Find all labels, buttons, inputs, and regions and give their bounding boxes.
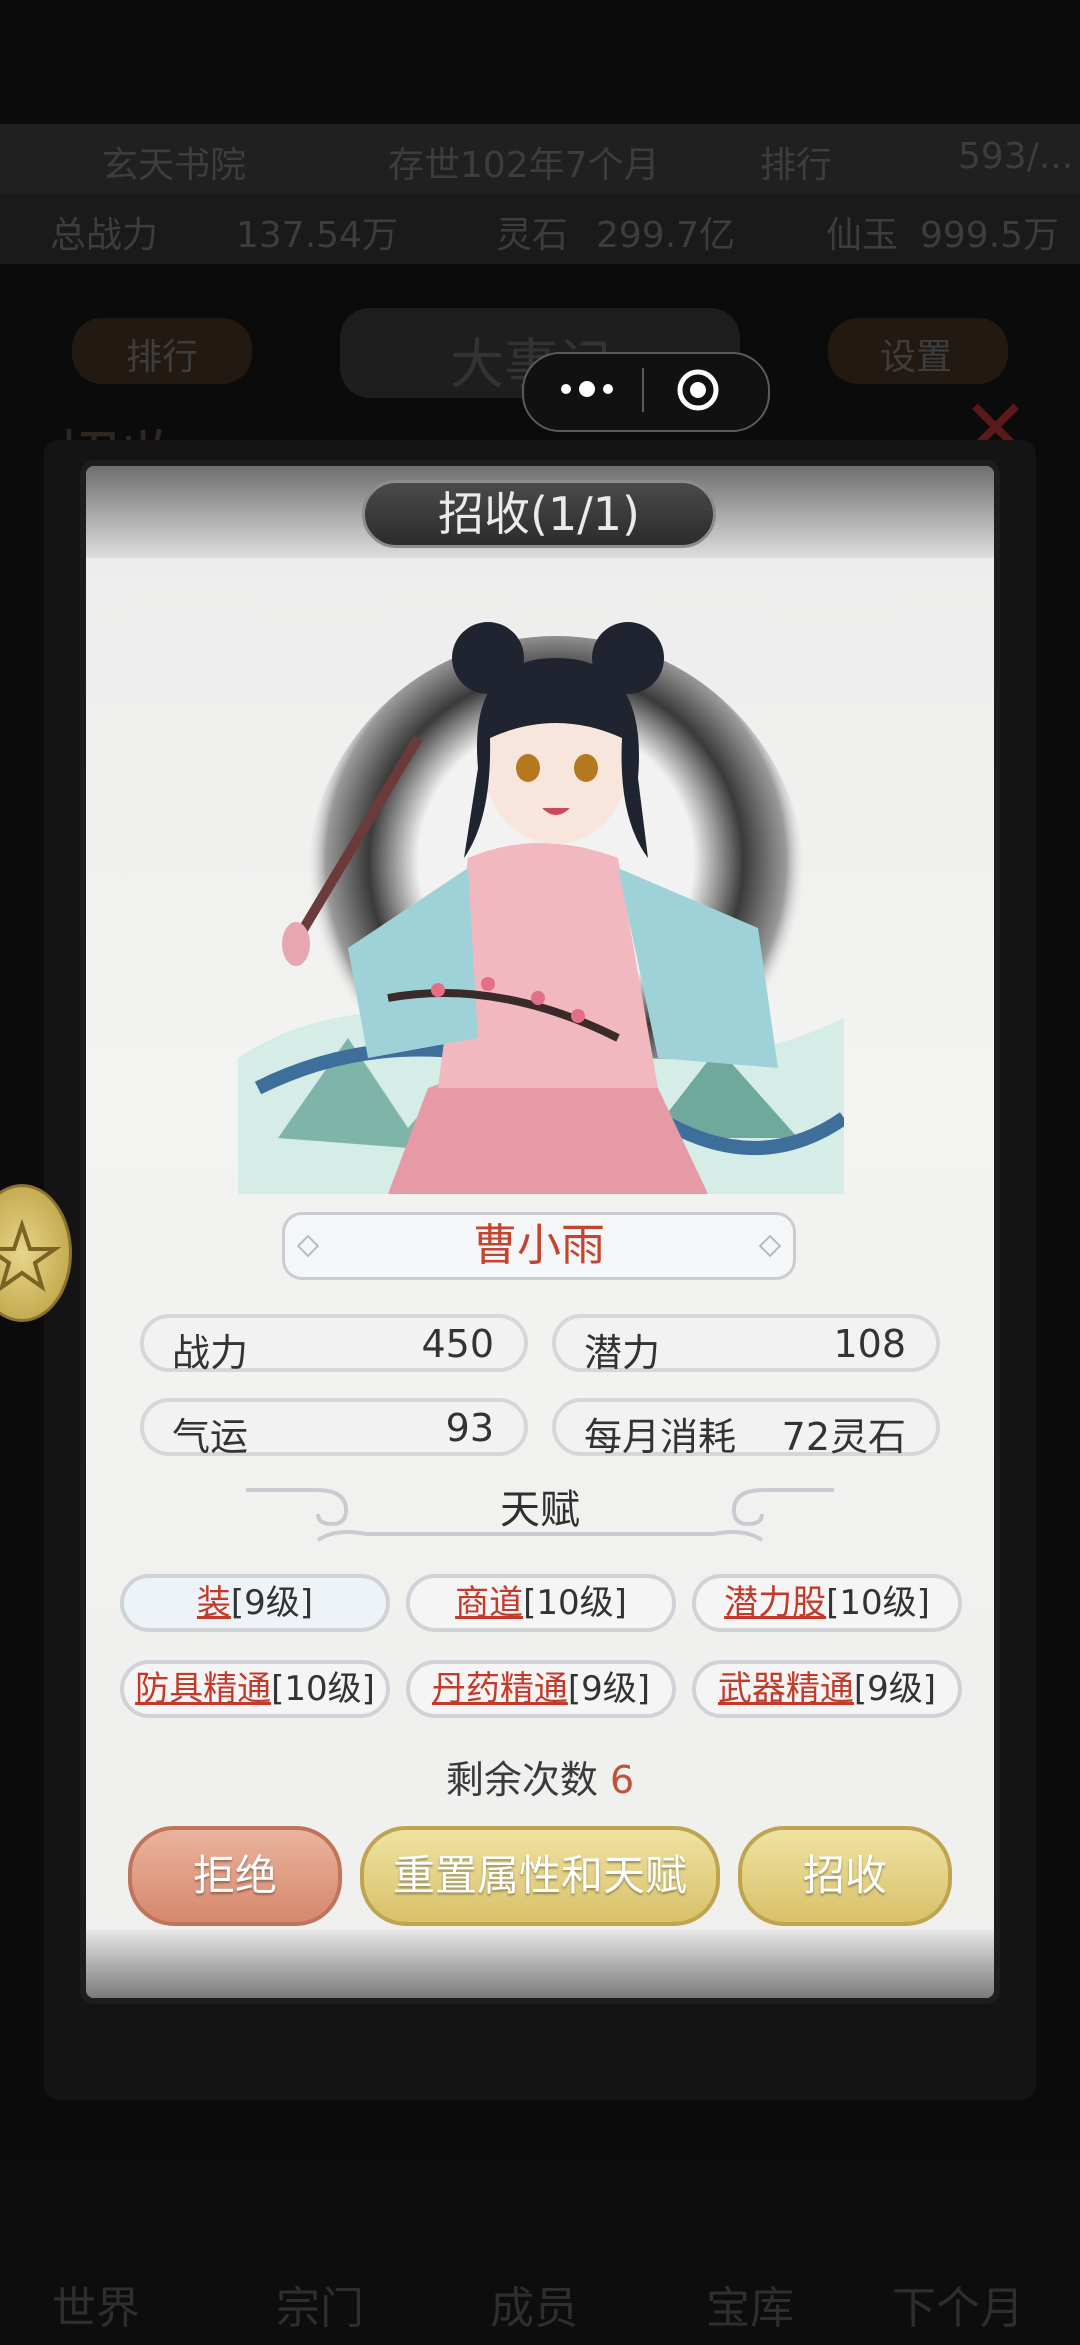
stat-label: 战力 (172, 1331, 249, 1375)
talent-level: [9级] (853, 1669, 937, 1709)
nav-world: 世界 (52, 2283, 140, 2334)
talent-chip[interactable]: 潜力股[10级] (692, 1574, 962, 1632)
reject-button[interactable]: 拒绝 (128, 1826, 342, 1926)
reset-attributes-button[interactable]: 重置属性和天赋 (360, 1826, 720, 1926)
talent-name[interactable]: 商道 (455, 1583, 523, 1623)
talent-level: [10级] (826, 1583, 930, 1623)
stat-value: 450 (421, 1322, 494, 1366)
stat-label: 气运 (172, 1415, 249, 1459)
character-name: 曹小雨 (282, 1212, 796, 1280)
talent-level: [9级] (230, 1583, 314, 1623)
character-portrait (238, 618, 849, 1194)
stat-monthly-cost: 每月消耗 72灵石 (552, 1398, 940, 1459)
modal-title: 招收(1/1) (362, 480, 716, 548)
talent-level: [10级] (271, 1669, 375, 1709)
floating-coin-icon[interactable] (0, 1184, 72, 1322)
nav-sect: 宗门 (276, 2283, 364, 2334)
talent-chip[interactable]: 装[9级] (120, 1574, 390, 1632)
stat-potential: 潜力 108 (552, 1314, 940, 1375)
stat-label: 潜力 (584, 1331, 661, 1375)
close-miniprogram-icon[interactable] (676, 368, 720, 412)
stat-luck: 气运 93 (140, 1398, 528, 1459)
more-menu-icon[interactable] (552, 366, 622, 412)
capsule-divider (642, 368, 644, 412)
talent-level: [10级] (523, 1583, 627, 1623)
remaining-label: 剩余次数 (445, 1758, 598, 1802)
stat-value: 93 (445, 1406, 494, 1450)
talent-chip[interactable]: 防具精通[10级] (120, 1660, 390, 1718)
nav-members: 成员 (490, 2283, 578, 2334)
talent-chip[interactable]: 武器精通[9级] (692, 1660, 962, 1718)
talent-name[interactable]: 潜力股 (724, 1583, 826, 1623)
remaining-count: 剩余次数 6 (380, 1752, 700, 1808)
talent-name[interactable]: 装 (197, 1583, 231, 1623)
immortal-value: 999.5万 (920, 215, 1060, 256)
modal-footer-band (86, 1930, 994, 1998)
spirit-stone-label: 灵石 (496, 215, 569, 256)
stat-value: 108 (833, 1322, 906, 1366)
talent-name[interactable]: 防具精通 (135, 1669, 271, 1709)
talent-chip[interactable]: 商道[10级] (406, 1574, 676, 1632)
sect-name: 玄天书院 (102, 145, 247, 186)
talent-level: [9级] (567, 1669, 651, 1709)
background-left-button-label: 排行 (126, 337, 199, 378)
nav-next-month: 下个月 (892, 2283, 1024, 2334)
background-right-button-label: 设置 (880, 337, 953, 378)
talent-chip[interactable]: 丹药精通[9级] (406, 1660, 676, 1718)
rank-value: 593/... (958, 136, 1074, 177)
recruit-button[interactable]: 招收 (738, 1826, 952, 1926)
talent-heading: 天赋 (500, 1487, 580, 1533)
total-power-label: 总战力 (50, 215, 159, 256)
total-power-value: 137.54万 (236, 215, 398, 256)
remaining-value: 6 (609, 1758, 635, 1802)
existence-time: 存世102年7个月 (388, 145, 660, 186)
immortal-label: 仙玉 (826, 215, 899, 256)
talent-name[interactable]: 丹药精通 (432, 1669, 568, 1709)
nav-treasury: 宝库 (706, 2283, 794, 2334)
spirit-stone-value: 299.7亿 (596, 215, 736, 256)
stat-value: 72灵石 (781, 1415, 906, 1459)
talent-name[interactable]: 武器精通 (718, 1669, 854, 1709)
stat-label: 每月消耗 (584, 1415, 737, 1459)
rank-label: 排行 (760, 145, 833, 186)
stat-combat-power: 战力 450 (140, 1314, 528, 1375)
